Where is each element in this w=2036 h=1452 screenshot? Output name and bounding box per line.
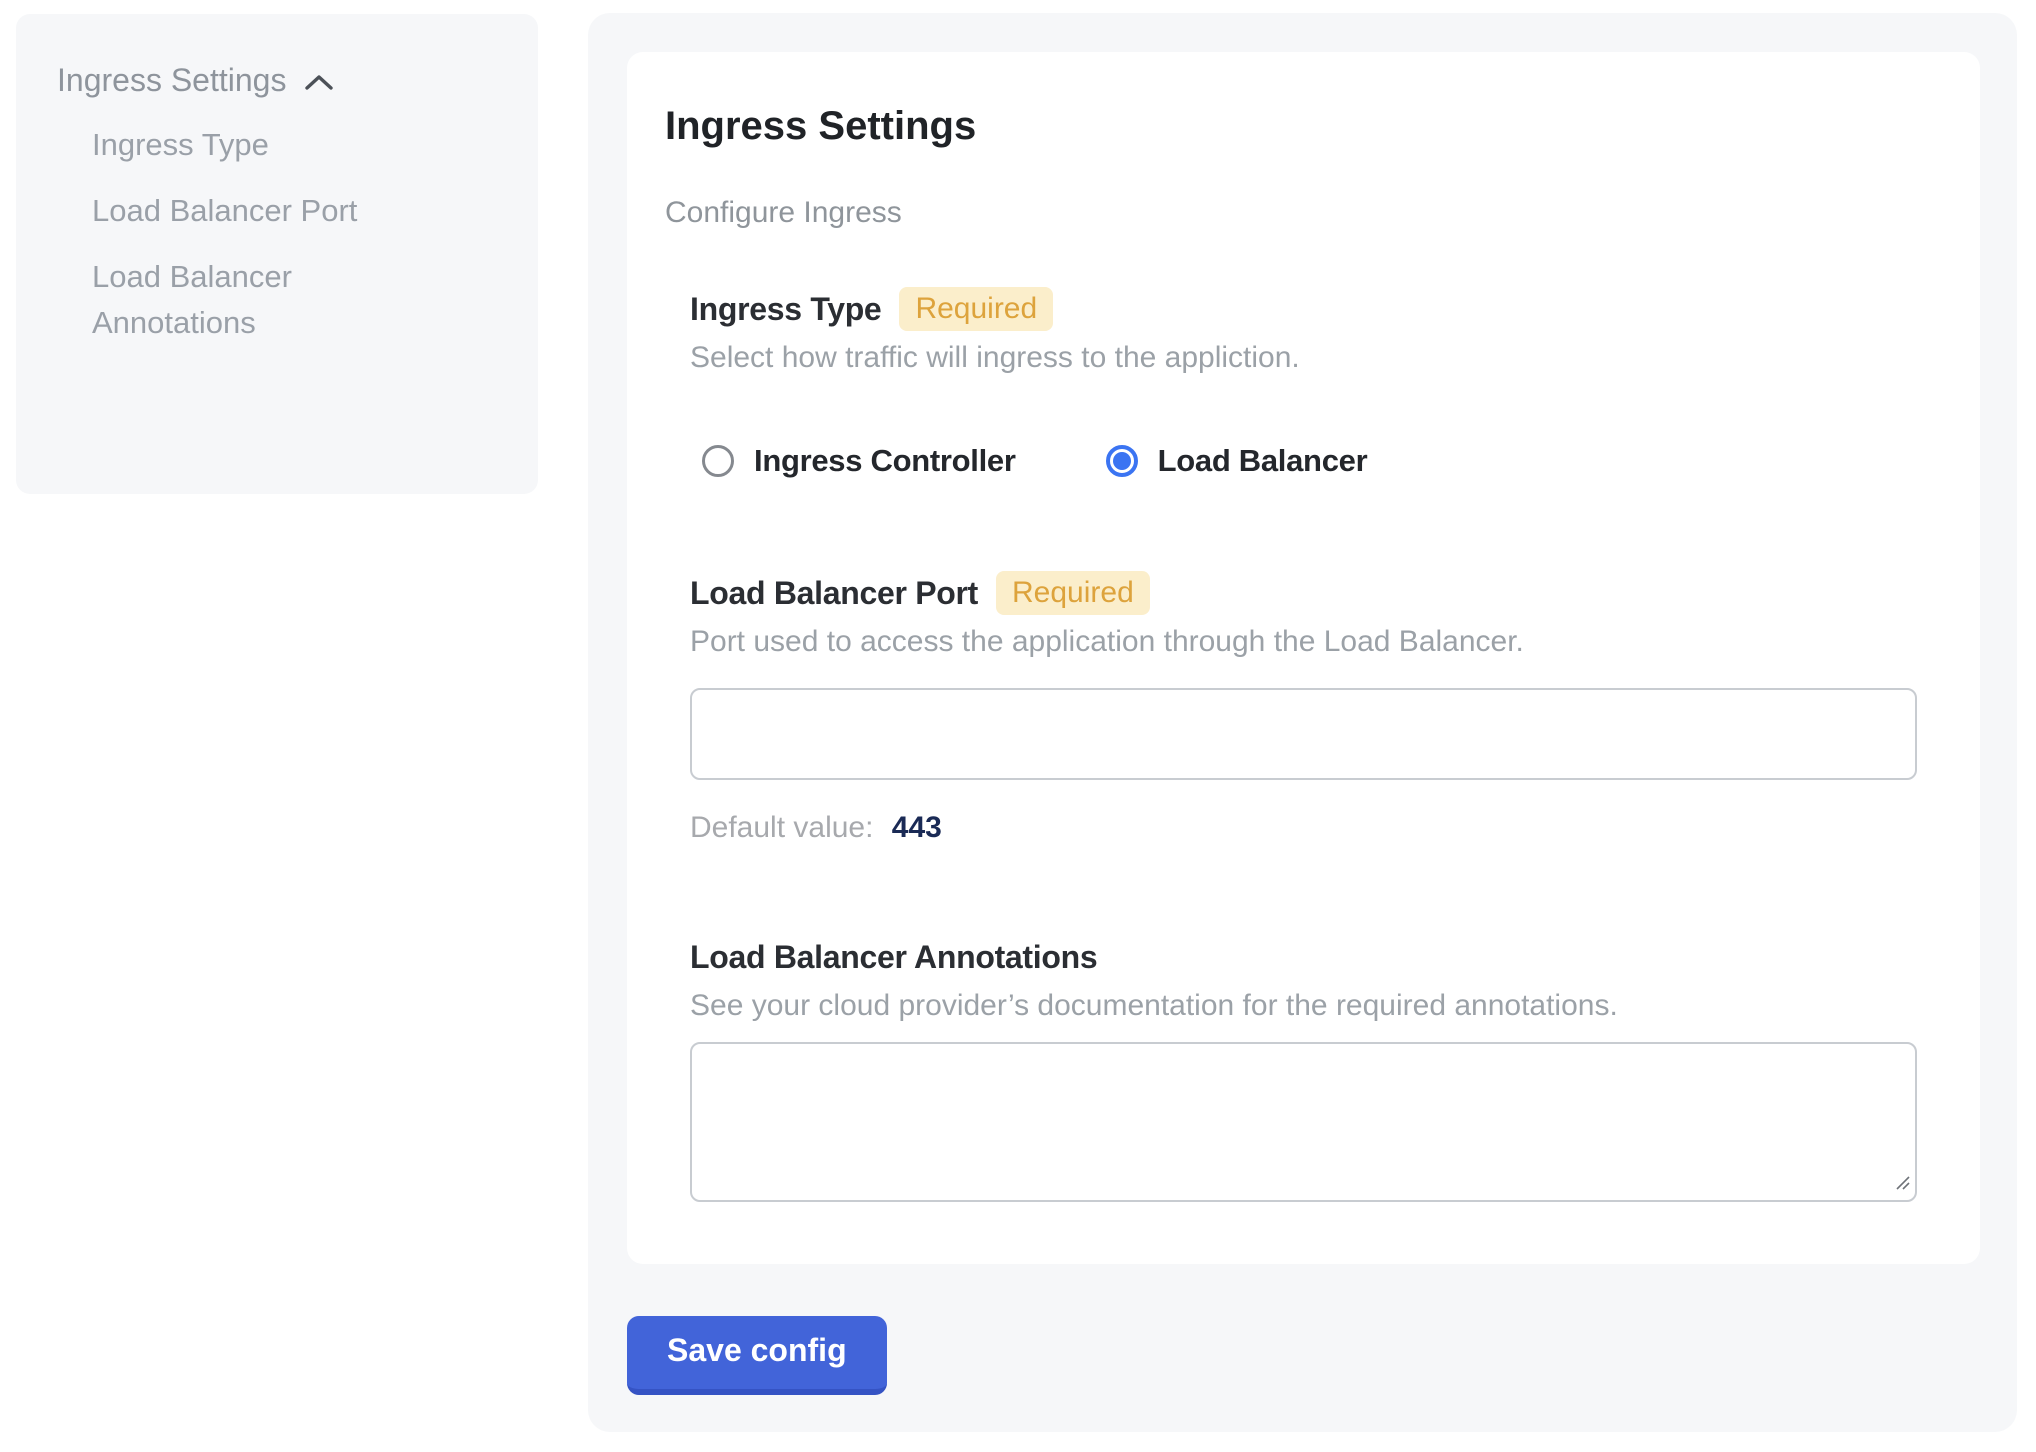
- radio-option-ingress-controller[interactable]: Ingress Controller: [702, 443, 1016, 479]
- page-subtitle: Configure Ingress: [665, 196, 1917, 230]
- field-label-row: Load Balancer Annotations: [690, 934, 1917, 980]
- chevron-up-icon: [304, 74, 334, 91]
- textarea-wrapper: [690, 1042, 1917, 1202]
- sidebar-section-ingress-settings[interactable]: Ingress Settings: [57, 58, 508, 102]
- radio-label-ingress-controller: Ingress Controller: [754, 443, 1016, 479]
- required-badge: Required: [996, 571, 1150, 615]
- resize-handle-icon[interactable]: [1893, 1173, 1911, 1196]
- ingress-type-description: Select how traffic will ingress to the a…: [690, 338, 1917, 378]
- field-label-row: Load Balancer Port Required: [690, 570, 1917, 616]
- default-value-number: 443: [892, 811, 942, 844]
- field-load-balancer-port: Load Balancer Port Required Port used to…: [690, 570, 1917, 848]
- field-ingress-type: Ingress Type Required Select how traffic…: [690, 286, 1917, 484]
- load-balancer-port-label: Load Balancer Port: [690, 575, 978, 612]
- sidebar-item-load-balancer-annotations[interactable]: Load Balancer Annotations: [92, 254, 407, 346]
- sidebar-item-ingress-type[interactable]: Ingress Type: [92, 122, 407, 168]
- sidebar-item-list: Ingress Type Load Balancer Port Load Bal…: [57, 122, 508, 346]
- ingress-settings-card: Ingress Settings Configure Ingress Ingre…: [627, 52, 1980, 1264]
- ingress-type-label: Ingress Type: [690, 291, 881, 328]
- load-balancer-annotations-description: See your cloud provider’s documentation …: [690, 986, 1917, 1026]
- sidebar-section-label: Ingress Settings: [57, 62, 286, 99]
- radio-selected-icon[interactable]: [1106, 445, 1138, 477]
- sidebar-item-load-balancer-port[interactable]: Load Balancer Port: [92, 188, 407, 234]
- load-balancer-port-description: Port used to access the application thro…: [690, 622, 1917, 662]
- save-config-button[interactable]: Save config: [627, 1316, 887, 1395]
- default-value-row: Default value: 443: [690, 808, 1917, 848]
- settings-panel: Ingress Settings Configure Ingress Ingre…: [588, 13, 2017, 1432]
- page-title: Ingress Settings: [665, 102, 1917, 150]
- load-balancer-port-input[interactable]: [690, 688, 1917, 780]
- radio-label-load-balancer: Load Balancer: [1158, 443, 1368, 479]
- required-badge: Required: [899, 287, 1053, 331]
- settings-nav-sidebar: Ingress Settings Ingress Type Load Balan…: [16, 14, 538, 494]
- radio-option-load-balancer[interactable]: Load Balancer: [1106, 443, 1368, 479]
- field-load-balancer-annotations: Load Balancer Annotations See your cloud…: [690, 934, 1917, 1202]
- load-balancer-annotations-textarea[interactable]: [690, 1042, 1917, 1202]
- load-balancer-annotations-label: Load Balancer Annotations: [690, 939, 1097, 976]
- radio-unselected-icon[interactable]: [702, 445, 734, 477]
- default-value-label: Default value:: [690, 811, 873, 844]
- field-label-row: Ingress Type Required: [690, 286, 1917, 332]
- form-sections: Ingress Type Required Select how traffic…: [690, 286, 1917, 1202]
- ingress-type-radio-group: Ingress Controller Load Balancer: [702, 438, 1917, 484]
